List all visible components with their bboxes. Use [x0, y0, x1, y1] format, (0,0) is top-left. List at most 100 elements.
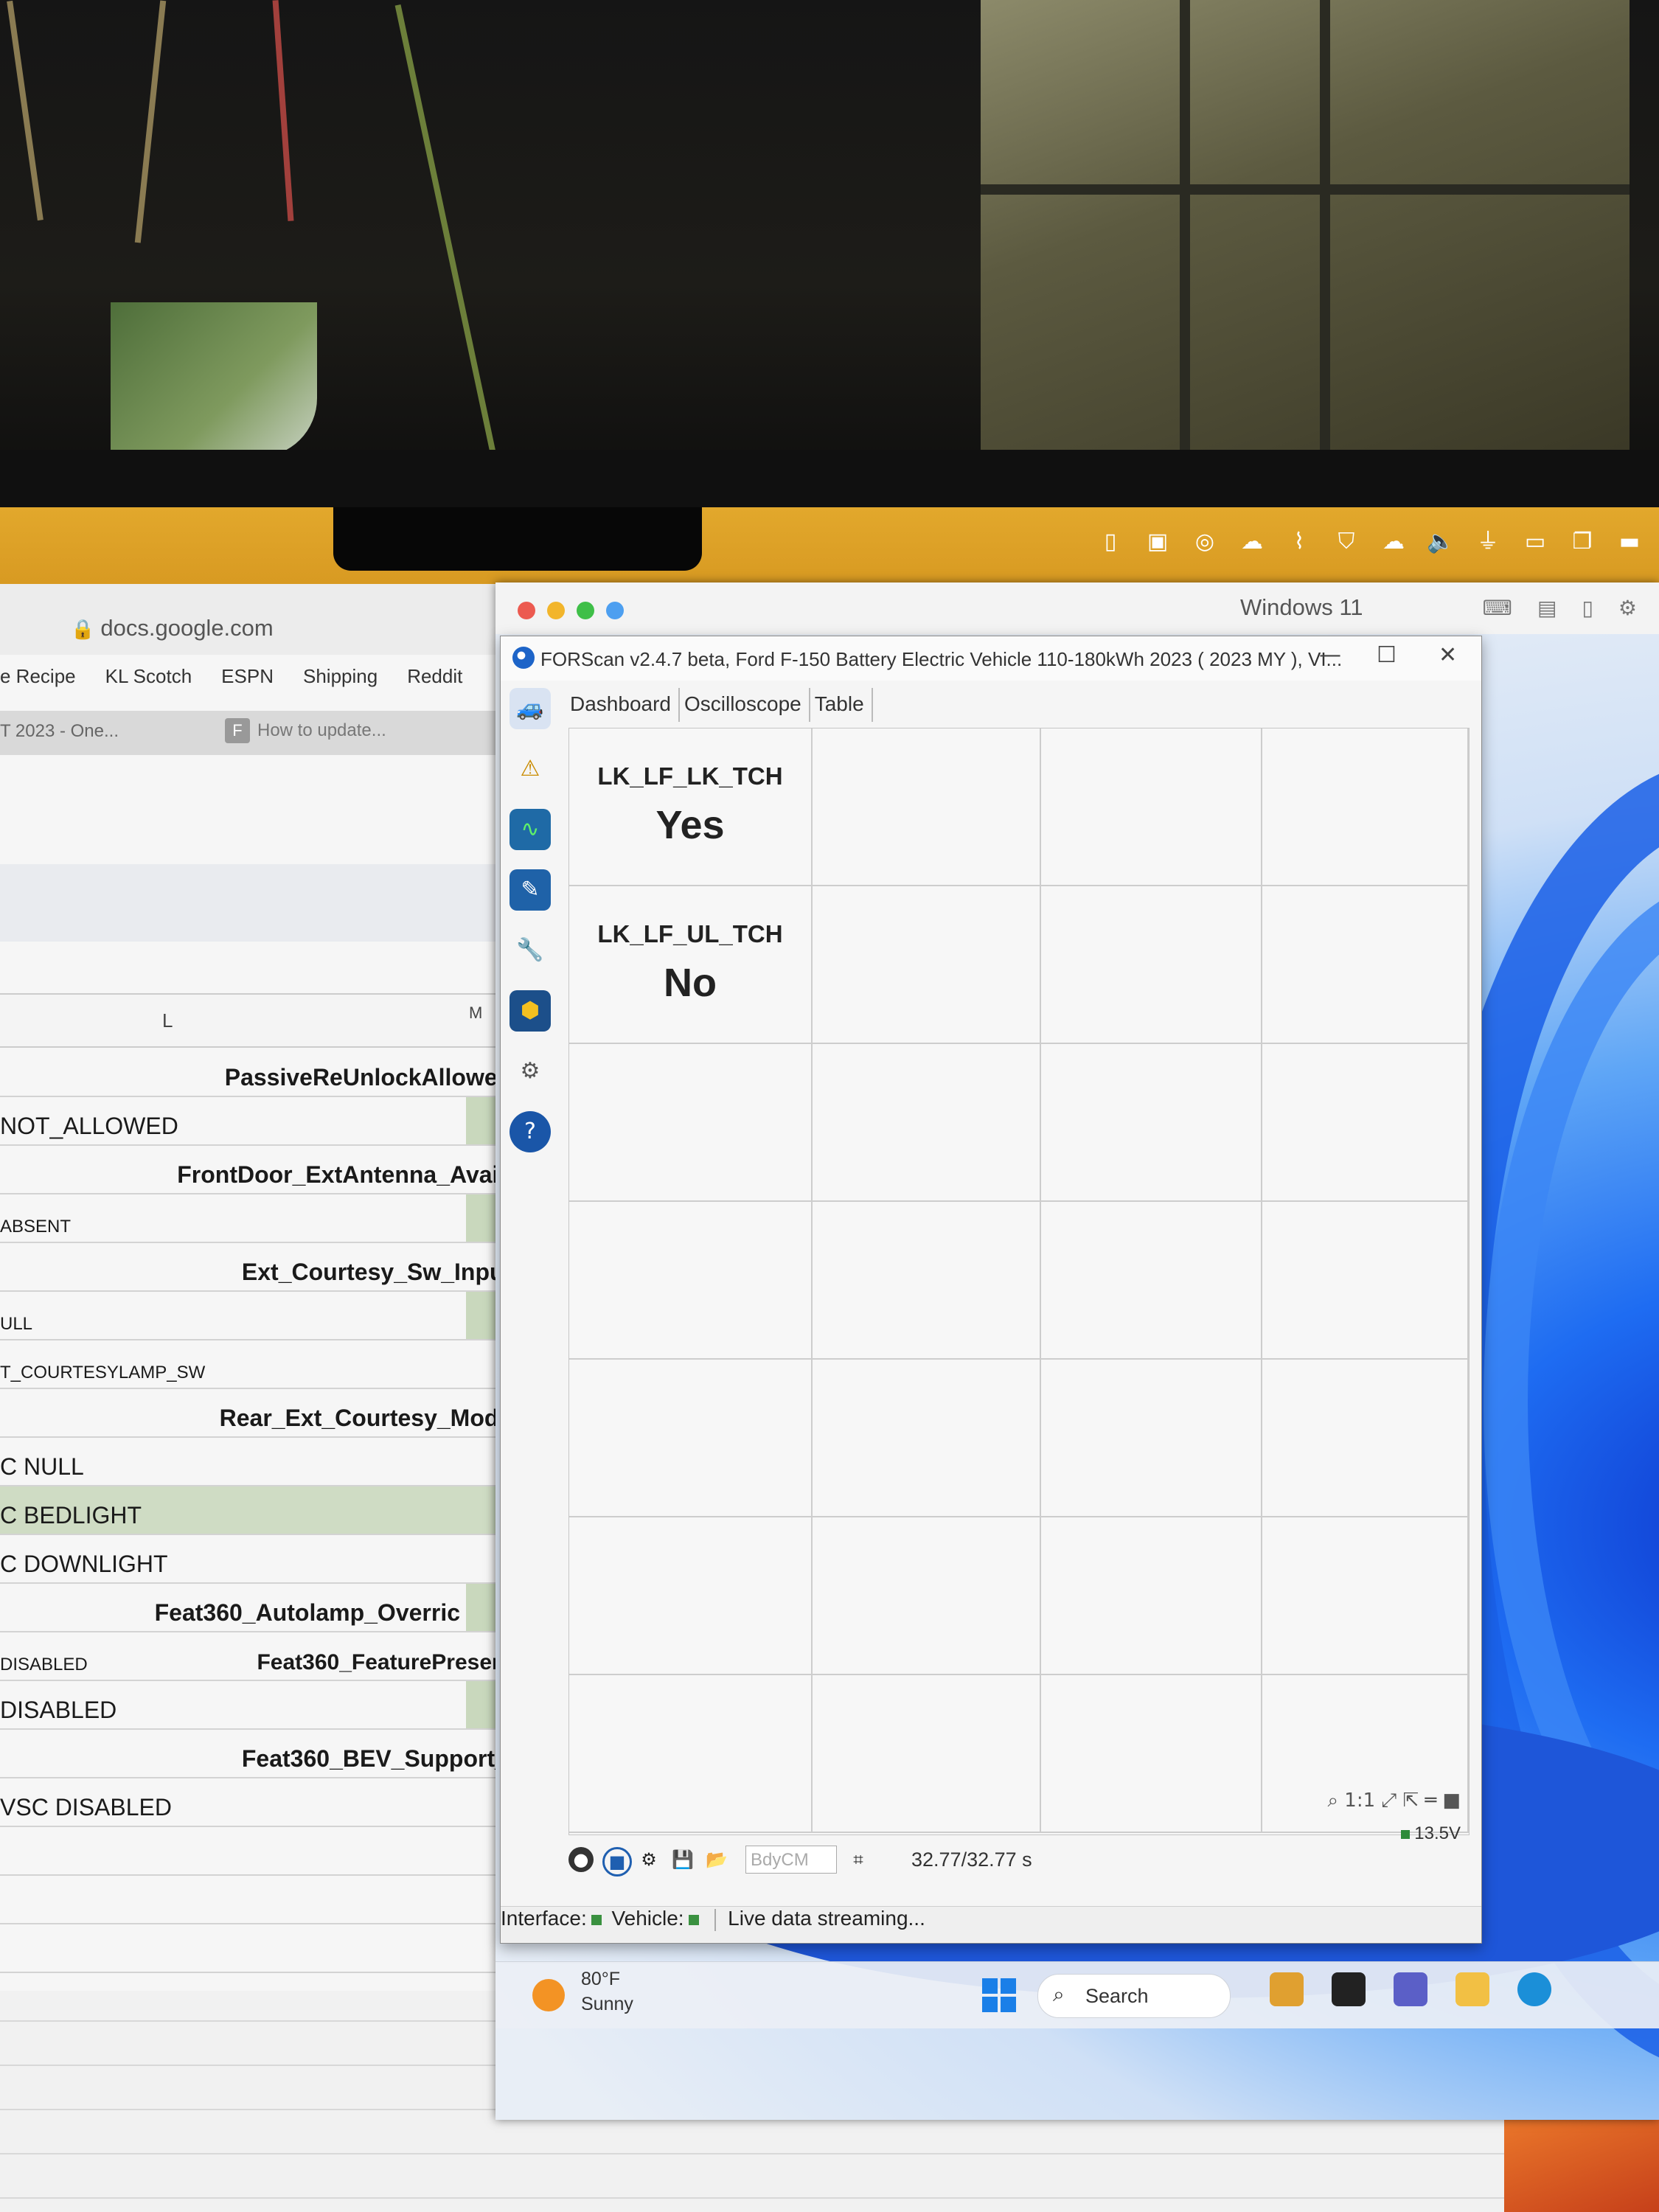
browser-tab[interactable]: T 2023 - One... [0, 721, 119, 742]
circle-icon[interactable]: ◎ [1190, 529, 1220, 554]
empty-gauge-cell[interactable] [813, 728, 1041, 886]
sheet-row[interactable]: Rear_Ext_Courtesy_Mode_ [0, 1389, 531, 1438]
gear-icon[interactable]: ⚙ [1618, 596, 1637, 620]
sheet-row[interactable]: C NULL [0, 1438, 531, 1486]
empty-gauge-cell[interactable] [1262, 886, 1469, 1044]
cloud-sync-icon[interactable]: ☁ [1237, 529, 1267, 554]
tab-dashboard[interactable]: Dashboard [566, 688, 680, 722]
sheet-row[interactable] [0, 1924, 531, 1973]
stop-icon[interactable]: ■ [602, 1847, 632, 1877]
sheet-cell[interactable]: FrontDoor_ExtAntenna_Availal [177, 1161, 525, 1189]
sheet-cell[interactable]: PassiveReUnlockAllowed_ [225, 1064, 525, 1091]
column-header-l[interactable]: L [162, 1009, 173, 1032]
filter-icon[interactable]: ⌗ [846, 1847, 871, 1872]
sheet-row[interactable]: Feat360_FeaturePresent_ DISABLED [0, 1632, 531, 1681]
sheet-row[interactable] [0, 1876, 531, 1924]
column-header-m[interactable]: M [469, 1004, 482, 1023]
forscan-title-bar[interactable]: FORScan v2.4.7 beta, Ford F-150 Battery … [501, 636, 1481, 681]
empty-gauge-cell[interactable] [569, 1044, 813, 1202]
browser-tab[interactable]: F How to update... [225, 718, 386, 743]
settings-icon[interactable]: ⚙ [636, 1847, 661, 1872]
gauge-cell[interactable]: LK_LF_LK_TCH Yes [569, 728, 813, 886]
empty-gauge-cell[interactable] [1262, 728, 1469, 886]
bookmark-kl-scotch[interactable]: KL Scotch [105, 665, 192, 695]
oscilloscope-icon[interactable]: ∿ [509, 809, 551, 850]
bookmark-espn[interactable]: ESPN [221, 665, 274, 695]
sheet-row[interactable]: Ext_Courtesy_Sw_Input_ [0, 1243, 531, 1292]
sheet-cell[interactable]: Ext_Courtesy_Sw_Input_ [242, 1259, 525, 1286]
task-view-icon[interactable] [1332, 1972, 1366, 2006]
volume-icon[interactable]: 🔈 [1426, 529, 1455, 554]
sheet-cell[interactable]: C NULL [0, 1453, 84, 1481]
usb-icon[interactable]: ▯ [1582, 596, 1593, 620]
sheet-cell[interactable]: NOT_ALLOWED [0, 1113, 178, 1140]
sheet-cell[interactable]: ABSENT [0, 1217, 71, 1237]
tab-table[interactable]: Table [810, 688, 873, 722]
sheet-row[interactable]: C BEDLIGHT [0, 1486, 531, 1535]
empty-gauge-cell[interactable] [569, 1517, 813, 1675]
empty-gauge-cell[interactable] [569, 1675, 813, 1833]
empty-gauge-cell[interactable] [569, 1202, 813, 1360]
empty-gauge-cell[interactable] [1041, 1517, 1262, 1675]
empty-gauge-cell[interactable] [813, 1517, 1041, 1675]
display-icon[interactable]: ▭ [1520, 529, 1550, 554]
minimize-button[interactable]: — [1319, 642, 1341, 668]
sheet-row[interactable]: PassiveReUnlockAllowed_ [0, 1048, 531, 1097]
sheet-cell[interactable]: Feat360_FeaturePresent_ [257, 1650, 525, 1675]
sheet-row[interactable]: VSC DISABLED [0, 1778, 531, 1827]
empty-gauge-cell[interactable] [1041, 886, 1262, 1044]
sheet-row[interactable]: T_COURTESYLAMP_SW [0, 1340, 531, 1389]
lamp-icon[interactable]: ⏚ [1473, 529, 1503, 554]
checklist-icon[interactable]: ✎ [509, 869, 551, 911]
url-text[interactable]: 🔒 docs.google.com [71, 615, 274, 641]
sheet-row[interactable]: ABSENT [0, 1194, 531, 1243]
dtc-icon[interactable]: ⚠ [509, 748, 551, 790]
empty-gauge-cell[interactable] [1262, 1517, 1469, 1675]
sheet-row[interactable]: Feat360_Autolamp_Overric [0, 1584, 531, 1632]
wrench-icon[interactable]: 🔧 [509, 930, 551, 971]
empty-gauge-cell[interactable] [1262, 1202, 1469, 1360]
address-bar[interactable]: 🔒 docs.google.com [0, 584, 531, 655]
empty-gauge-cell[interactable] [569, 1360, 813, 1517]
window-icon[interactable]: ❐ [1568, 529, 1597, 554]
maximize-button[interactable]: ☐ [1377, 642, 1397, 668]
sheet-cell[interactable]: Feat360_BEV_Support_C [242, 1745, 525, 1773]
vm-title-bar[interactable]: Windows 11 ⌨ ▤ ▯ ⚙ [495, 582, 1659, 635]
widgets-app-icon[interactable] [1270, 1972, 1304, 2006]
sheet-cell[interactable]: DISABLED [0, 1697, 116, 1724]
empty-gauge-cell[interactable] [1041, 1202, 1262, 1360]
teams-chat-icon[interactable] [1394, 1972, 1427, 2006]
empty-gauge-cell[interactable] [1041, 728, 1262, 886]
taskbar-search[interactable]: ⌕ Search [1037, 1974, 1231, 2018]
zoom-traffic-light-icon[interactable] [577, 602, 594, 619]
sheet-row[interactable]: ULL [0, 1292, 531, 1340]
vehicle-info-icon[interactable]: 🚙 [509, 688, 551, 729]
tab-oscilloscope[interactable]: Oscilloscope [680, 688, 810, 722]
sheet-row[interactable]: Feat360_BEV_Support_C [0, 1730, 531, 1778]
empty-gauge-cell[interactable] [1262, 1360, 1469, 1517]
battery-icon[interactable]: ▬ [1615, 529, 1644, 554]
empty-gauge-cell[interactable] [1041, 1675, 1262, 1833]
empty-gauge-cell[interactable] [813, 1202, 1041, 1360]
sheet-cell[interactable]: C BEDLIGHT [0, 1502, 142, 1529]
cloud-icon[interactable]: ☁ [1379, 529, 1408, 554]
bookmark-reddit[interactable]: Reddit [407, 665, 462, 695]
sidebar-icon[interactable]: ▯ [1096, 529, 1125, 554]
sheet-row[interactable]: C DOWNLIGHT [0, 1535, 531, 1584]
open-folder-icon[interactable]: 📂 [704, 1847, 729, 1872]
sheet-row[interactable]: DISABLED [0, 1681, 531, 1730]
file-explorer-icon[interactable] [1455, 1972, 1489, 2006]
sheet-cell[interactable]: T_COURTESYLAMP_SW [0, 1363, 205, 1383]
zoom-ratio[interactable]: ⌕ 1:1 ⤢ ⇱ ═ ■ [1327, 1790, 1461, 1812]
vm-state-light-icon[interactable] [606, 602, 624, 619]
empty-gauge-cell[interactable] [813, 886, 1041, 1044]
screenshot-icon[interactable]: ▣ [1143, 529, 1172, 554]
empty-gauge-cell[interactable] [813, 1360, 1041, 1517]
edge-icon[interactable] [1517, 1972, 1551, 2006]
empty-gauge-cell[interactable] [1262, 1044, 1469, 1202]
empty-gauge-cell[interactable] [813, 1675, 1041, 1833]
empty-gauge-cell[interactable] [1041, 1044, 1262, 1202]
empty-gauge-cell[interactable] [1041, 1360, 1262, 1517]
sheet-cell[interactable]: DISABLED [0, 1655, 88, 1675]
sheet-cell[interactable]: C DOWNLIGHT [0, 1551, 168, 1578]
